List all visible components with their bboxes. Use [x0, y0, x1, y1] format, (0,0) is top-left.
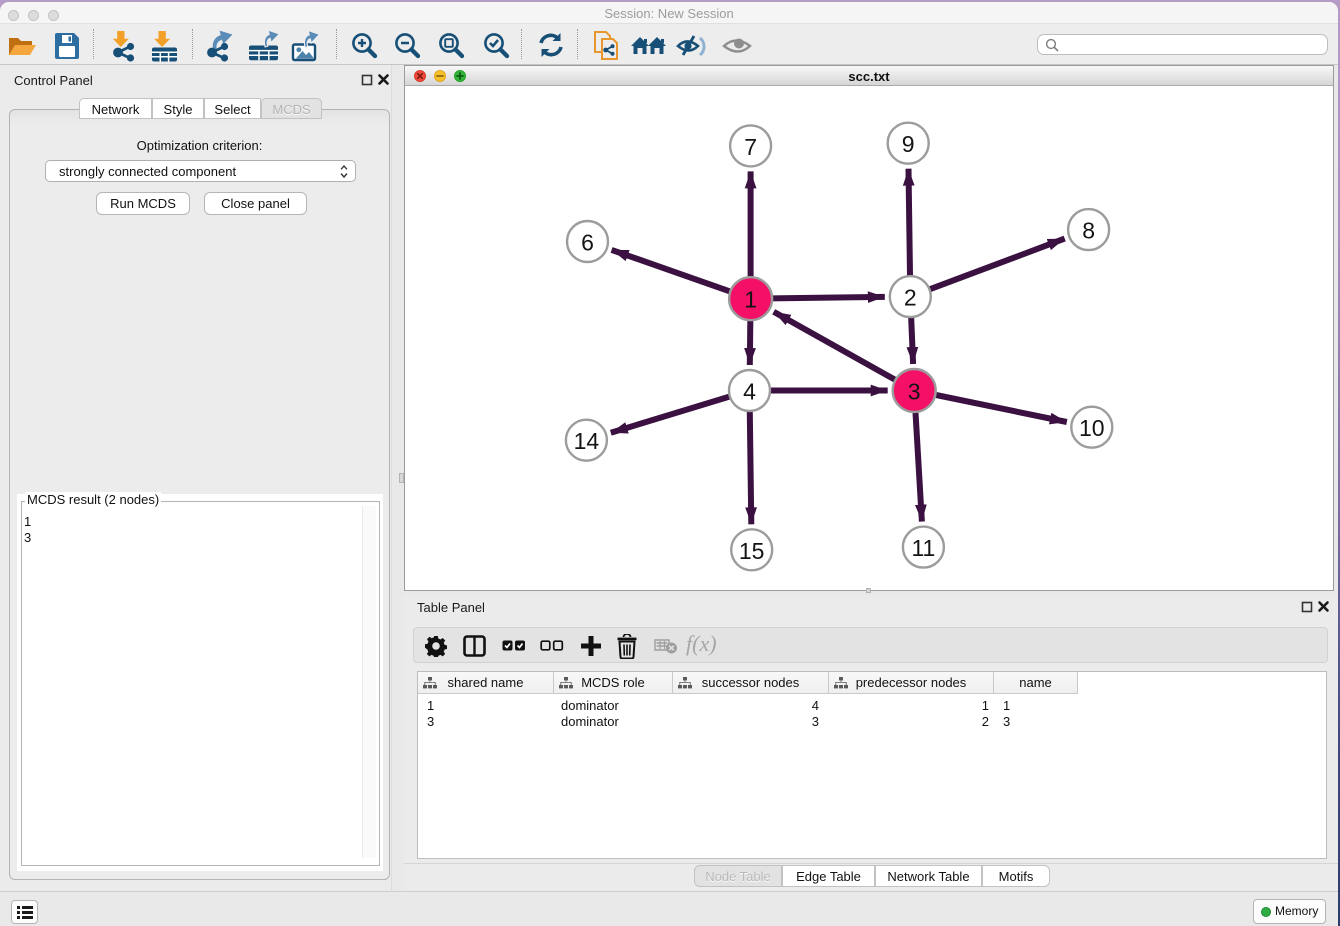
- svg-text:6: 6: [581, 230, 594, 256]
- svg-text:11: 11: [911, 535, 935, 561]
- svg-text:7: 7: [744, 134, 757, 160]
- svg-text:10: 10: [1079, 415, 1105, 441]
- svg-text:2: 2: [904, 285, 917, 311]
- svg-text:1: 1: [744, 287, 757, 313]
- svg-text:14: 14: [574, 428, 600, 454]
- svg-text:15: 15: [739, 538, 765, 564]
- svg-text:3: 3: [908, 379, 921, 405]
- svg-text:4: 4: [743, 379, 756, 405]
- svg-text:8: 8: [1082, 218, 1095, 244]
- svg-text:9: 9: [902, 131, 915, 157]
